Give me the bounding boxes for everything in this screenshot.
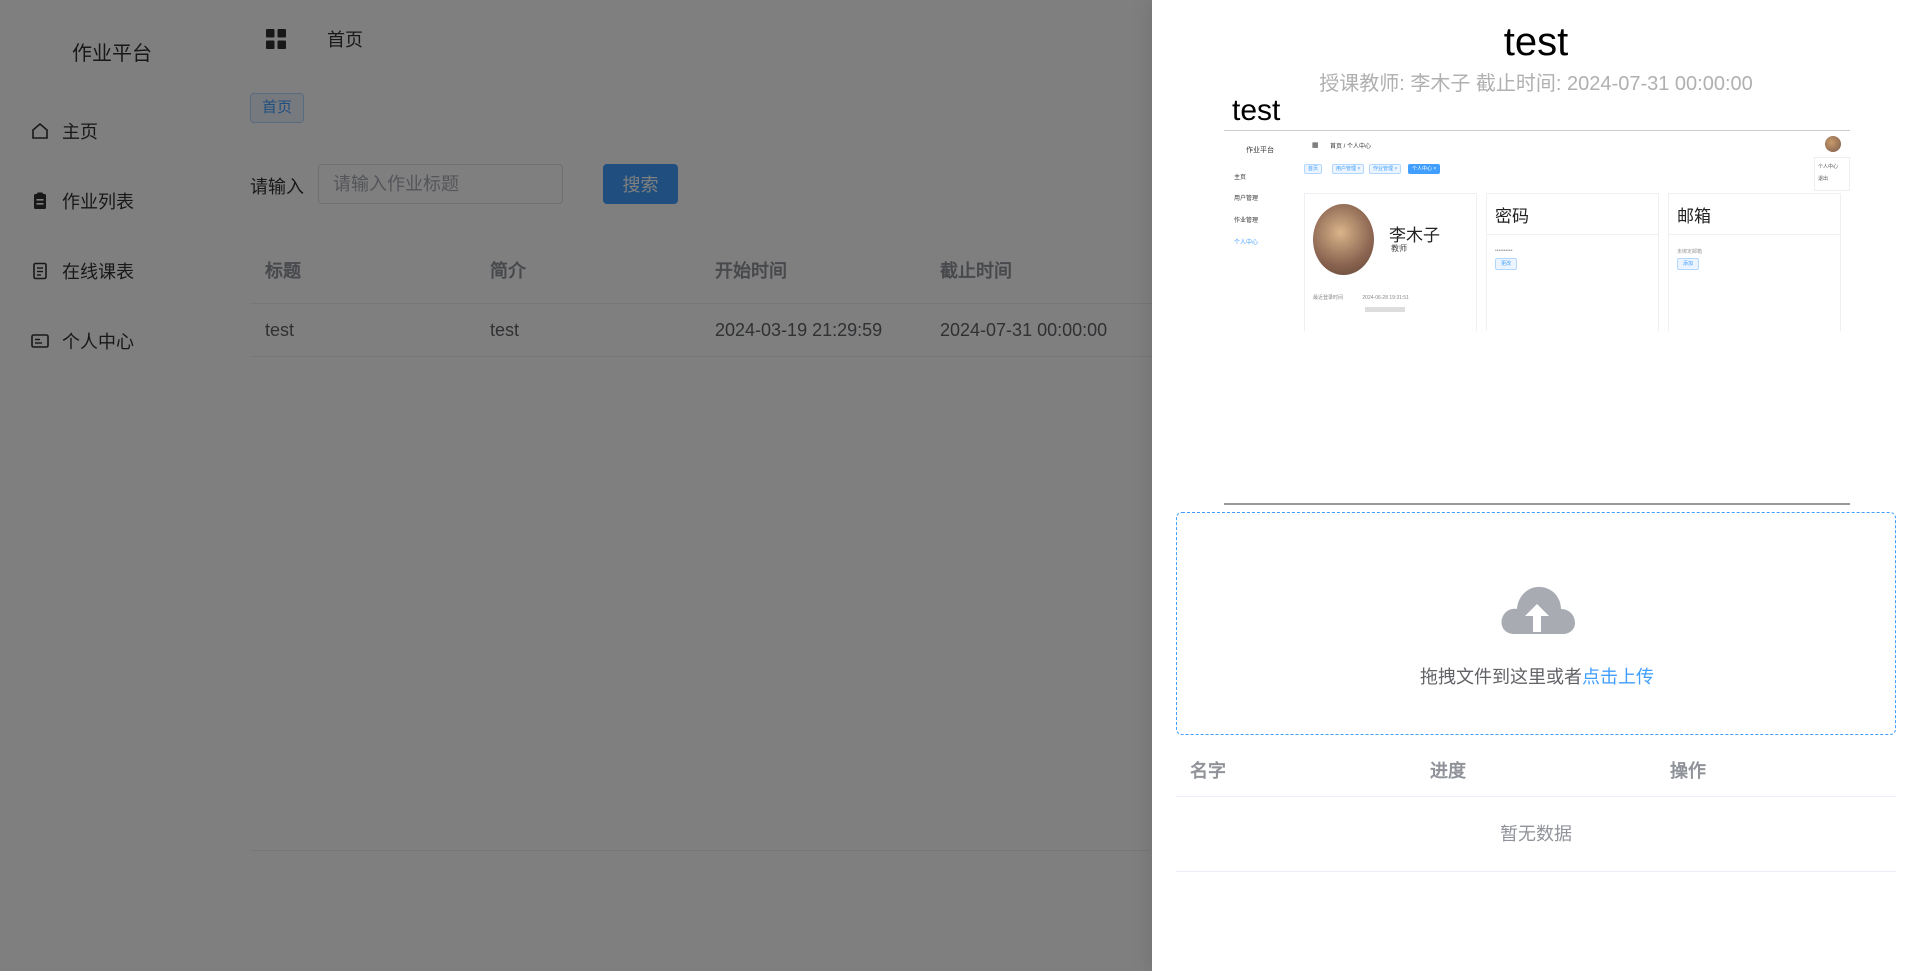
shot-meta-value: 2024-06-28 19:31:51 bbox=[1362, 295, 1409, 301]
shot-card-title: 邮箱 bbox=[1677, 207, 1711, 226]
shot-brand: 作业平台 bbox=[1246, 147, 1274, 154]
shot-email-card: 邮箱 未绑定邮箱 添加 bbox=[1668, 193, 1841, 331]
shot-profile-card: 李木子 教师 最近登录时间 2024-06-28 19:31:51 bbox=[1304, 193, 1477, 331]
file-table-header: 名字 进度 操作 bbox=[1176, 745, 1896, 797]
empty-placeholder: 暂无数据 bbox=[1176, 797, 1896, 872]
upload-text: 拖拽文件到这里或者点击上传 bbox=[1177, 663, 1897, 689]
shot-menu-item: 个人中心 bbox=[1234, 240, 1259, 246]
shot-popover-item: 退出 bbox=[1818, 176, 1829, 182]
shot-card-button: 添加 bbox=[1677, 258, 1700, 270]
upload-dropzone[interactable]: 拖拽文件到这里或者点击上传 bbox=[1176, 512, 1896, 735]
shot-password-card: 密码 •••••••••• 更改 bbox=[1486, 193, 1659, 331]
shot-card-text: 未绑定邮箱 bbox=[1677, 249, 1703, 255]
content-heading: test bbox=[1232, 94, 1281, 127]
shot-card-button: 更改 bbox=[1495, 258, 1518, 270]
embedded-screenshot: 作业平台 主页 用户管理 作业管理 个人中心 ▦ 首页 / 个人中心 个人中心 … bbox=[1224, 131, 1850, 331]
shot-breadcrumb: 首页 / 个人中心 bbox=[1330, 144, 1372, 150]
shot-profile-role: 教师 bbox=[1391, 244, 1407, 253]
upload-link[interactable]: 点击上传 bbox=[1582, 667, 1654, 687]
shot-popover-item: 个人中心 bbox=[1818, 164, 1839, 170]
column-header-name: 名字 bbox=[1190, 761, 1226, 781]
shot-tag: 个人中心 × bbox=[1408, 164, 1441, 174]
shot-popover: 个人中心 退出 bbox=[1814, 157, 1850, 191]
shot-tag: 用户管理 × bbox=[1332, 164, 1365, 174]
shot-card-divider bbox=[1487, 234, 1658, 235]
file-table: 名字 进度 操作 暂无数据 bbox=[1176, 745, 1896, 872]
homework-detail-drawer: test 授课教师: 李木子 截止时间: 2024-07-31 00:00:00… bbox=[1152, 0, 1920, 971]
homework-content: test 作业平台 主页 用户管理 作业管理 个人中心 ▦ 首页 / 个人中心 … bbox=[1224, 92, 1850, 506]
upload-hint: 拖拽文件到这里或者 bbox=[1420, 667, 1582, 687]
drawer-title: test bbox=[1503, 20, 1569, 64]
column-header-progress: 进度 bbox=[1430, 761, 1466, 781]
shot-tag: 作业管理 × bbox=[1369, 164, 1402, 174]
shot-menu-item: 主页 bbox=[1234, 175, 1247, 181]
shot-avatar bbox=[1825, 136, 1841, 152]
shot-tag: 首页 bbox=[1304, 164, 1323, 174]
shot-menu-item: 用户管理 bbox=[1234, 196, 1259, 202]
shot-menu-item: 作业管理 bbox=[1234, 218, 1259, 224]
shot-blurred-value bbox=[1365, 307, 1405, 312]
shot-card-divider bbox=[1669, 234, 1840, 235]
content-bottom-divider bbox=[1224, 503, 1850, 505]
column-header-actions: 操作 bbox=[1670, 761, 1706, 781]
shot-card-title: 密码 bbox=[1495, 207, 1529, 226]
shot-card-text: •••••••••• bbox=[1495, 248, 1513, 254]
shot-profile-meta: 最近登录时间 2024-06-28 19:31:51 bbox=[1313, 294, 1409, 301]
shot-meta-label: 最近登录时间 bbox=[1313, 295, 1344, 301]
cloud-upload-icon bbox=[1501, 586, 1575, 634]
shot-grid-icon: ▦ bbox=[1312, 142, 1319, 149]
shot-profile-avatar bbox=[1313, 204, 1374, 275]
